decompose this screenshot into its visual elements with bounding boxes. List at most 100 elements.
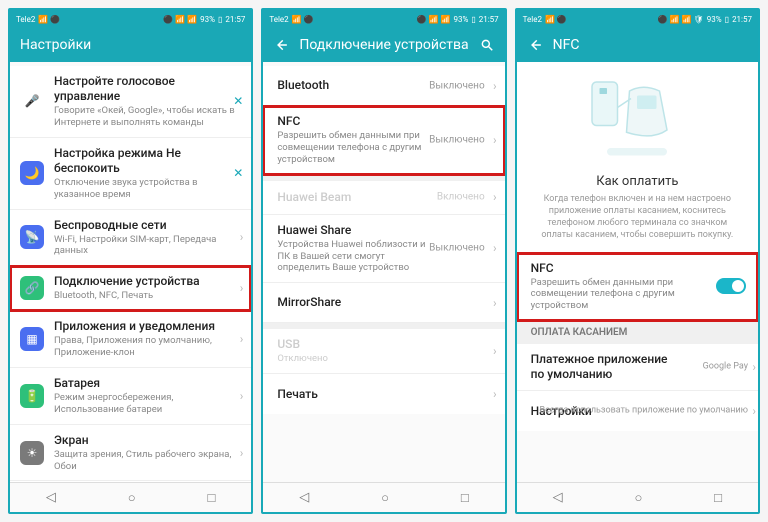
row-icon: 🌙 bbox=[20, 161, 44, 185]
chevron-right-icon: › bbox=[752, 360, 756, 374]
chevron-right-icon: › bbox=[240, 389, 244, 403]
nav-back-icon[interactable]: ◁ bbox=[553, 490, 563, 505]
nav-recent-icon[interactable]: □ bbox=[714, 490, 722, 506]
phone-settings: Tele2📶 ⚫ ⚫ 📶 📶93%▯21:57 Настройки 🎤Настр… bbox=[8, 8, 253, 514]
row-title: Настройка режима Не беспокоить bbox=[54, 146, 239, 176]
chevron-right-icon: › bbox=[493, 190, 497, 204]
settings-row[interactable]: ☀ ЭкранЗащита зрения, Стиль рабочего экра… bbox=[10, 425, 251, 482]
close-icon[interactable]: ✕ bbox=[233, 166, 243, 180]
settings-row[interactable]: 🎤Настройте голосовое управлениеГоворите … bbox=[10, 66, 251, 138]
navbar: ◁ ○ □ bbox=[517, 482, 758, 512]
page-title: Подключение устройства bbox=[299, 37, 468, 53]
row-sub: Отключено bbox=[277, 353, 427, 365]
appbar: Подключение устройства bbox=[263, 28, 504, 62]
back-icon[interactable] bbox=[527, 37, 543, 53]
close-icon[interactable]: ✕ bbox=[233, 94, 243, 108]
settings-row[interactable]: ▦Приложения и уведомленияПрава, Приложен… bbox=[10, 311, 251, 368]
navbar: ◁ ○ □ bbox=[263, 482, 504, 512]
chevron-right-icon: › bbox=[240, 281, 244, 295]
chevron-right-icon: › bbox=[493, 241, 497, 255]
connection-list: BluetoothВыключено›NFCРазрешить обмен да… bbox=[263, 62, 504, 482]
navbar: ◁ ○ □ bbox=[10, 482, 251, 512]
nfc-illustration-block: Как оплатить Когда телефон включен и на … bbox=[517, 62, 758, 253]
settings-row[interactable]: 📡Беспроводные сетиWi-Fi, Настройки SIM-к… bbox=[10, 210, 251, 267]
connection-row[interactable]: Huawei ShareУстройства Huawei поблизости… bbox=[263, 215, 504, 284]
payment-row[interactable]: НастройкиВсегда использовать приложение … bbox=[517, 391, 758, 431]
connection-row: USBОтключено› bbox=[263, 323, 504, 374]
phone-device-connection: Tele2📶 ⚫ ⚫ 📶 📶93%▯21:57 Подключение устр… bbox=[261, 8, 506, 514]
carrier-label: Tele2 bbox=[16, 15, 35, 24]
statusbar: Tele2📶 ⚫ ⚫ 📶 📶93%▯21:57 bbox=[10, 10, 251, 28]
row-value: Включено bbox=[437, 192, 485, 203]
page-title: Настройки bbox=[20, 37, 241, 53]
nfc-toggle[interactable] bbox=[716, 278, 746, 294]
row-value: Всегда использовать приложение по умолча… bbox=[539, 406, 748, 417]
connection-row[interactable]: NFCРазрешить обмен данными при совмещени… bbox=[263, 106, 504, 175]
settings-row[interactable]: 🌙 Настройка режима Не беспокоитьОтключени… bbox=[10, 138, 251, 210]
nav-home-icon[interactable]: ○ bbox=[634, 490, 642, 506]
row-sub: Защита зрения, Стиль рабочего экрана, Об… bbox=[54, 449, 239, 473]
nfc-row-title: NFC bbox=[531, 261, 708, 276]
search-icon[interactable] bbox=[479, 37, 495, 53]
statusbar: Tele2📶 ⚫ ⚫ 📶 📶 🛡93%▯21:57 bbox=[517, 10, 758, 28]
chevron-right-icon: › bbox=[240, 230, 244, 244]
row-title: Подключение устройства bbox=[54, 274, 239, 289]
how-to-pay-text: Когда телефон включен и на нем настроено… bbox=[533, 193, 742, 242]
connection-row[interactable]: MirrorShare› bbox=[263, 283, 504, 323]
phone-nfc: Tele2📶 ⚫ ⚫ 📶 📶 🛡93%▯21:57 NFC Как оплати… bbox=[515, 8, 760, 514]
nav-back-icon[interactable]: ◁ bbox=[299, 490, 309, 505]
row-sub: Bluetooth, NFC, Печать bbox=[54, 290, 239, 302]
nav-home-icon[interactable]: ○ bbox=[381, 490, 389, 506]
row-title: Huawei Share bbox=[277, 223, 492, 238]
connection-row[interactable]: Печать› bbox=[263, 374, 504, 414]
row-value: Google Pay bbox=[703, 362, 748, 373]
row-title: MirrorShare bbox=[277, 295, 492, 310]
statusbar: Tele2📶 ⚫ ⚫ 📶 📶93%▯21:57 bbox=[263, 10, 504, 28]
row-sub: Режим энергосбережения, Использование ба… bbox=[54, 392, 239, 416]
row-title: NFC bbox=[277, 114, 492, 129]
nav-recent-icon[interactable]: □ bbox=[461, 490, 469, 506]
row-title: Экран bbox=[54, 433, 239, 448]
row-sub: Устройства Huawei поблизости и ПК в Ваше… bbox=[277, 239, 427, 275]
chevron-right-icon: › bbox=[493, 79, 497, 93]
section-tap-pay: ОПЛАТА КАСАНИЕМ bbox=[517, 321, 758, 344]
chevron-right-icon: › bbox=[493, 387, 497, 401]
settings-list: 🎤Настройте голосовое управлениеГоворите … bbox=[10, 62, 251, 482]
settings-row[interactable]: 🔗 Подключение устройстваBluetooth, NFC, П… bbox=[10, 266, 251, 311]
nfc-content: Как оплатить Когда телефон включен и на … bbox=[517, 62, 758, 482]
chevron-right-icon: › bbox=[752, 404, 756, 418]
row-sub: Говорите «Окей, Google», чтобы искать в … bbox=[54, 105, 239, 129]
row-title: Печать bbox=[277, 387, 492, 402]
nav-back-icon[interactable]: ◁ bbox=[46, 490, 56, 505]
chevron-right-icon: › bbox=[240, 332, 244, 346]
row-sub: Отключение звука устройства в указанное … bbox=[54, 177, 239, 201]
page-title: NFC bbox=[553, 37, 748, 53]
row-title: Приложения и уведомления bbox=[54, 319, 239, 334]
how-to-pay-title: Как оплатить bbox=[596, 174, 678, 189]
row-title: Настройте голосовое управление bbox=[54, 74, 239, 104]
settings-row[interactable]: 🔋 БатареяРежим энергосбережения, Использо… bbox=[10, 368, 251, 425]
connection-row[interactable]: BluetoothВыключено› bbox=[263, 66, 504, 106]
nfc-toggle-row[interactable]: NFC Разрешить обмен данными при совмещен… bbox=[517, 253, 758, 322]
row-sub: Разрешить обмен данными при совмещении т… bbox=[277, 130, 427, 166]
row-icon: ☀ bbox=[20, 441, 44, 465]
chevron-right-icon: › bbox=[493, 296, 497, 310]
back-icon[interactable] bbox=[273, 37, 289, 53]
row-sub: Права, Приложения по умолчанию, Приложен… bbox=[54, 335, 239, 359]
settings-row[interactable]: 🔊ЗвукНе беспокоить, Мелодия вызова, Вибр… bbox=[10, 481, 251, 482]
chevron-right-icon: › bbox=[493, 133, 497, 147]
row-title: Батарея bbox=[54, 376, 239, 391]
nav-home-icon[interactable]: ○ bbox=[128, 490, 136, 506]
row-title: Платежное приложение по умолчанию bbox=[531, 352, 671, 382]
clock-label: 21:57 bbox=[225, 15, 245, 24]
row-icon: 🔋 bbox=[20, 384, 44, 408]
appbar: Настройки bbox=[10, 28, 251, 62]
row-icon: 🔗 bbox=[20, 276, 44, 300]
row-value: Выключено bbox=[429, 134, 485, 145]
nav-recent-icon[interactable]: □ bbox=[208, 490, 216, 506]
payment-row[interactable]: Платежное приложение по умолчанию Google … bbox=[517, 344, 758, 391]
row-title: USB bbox=[277, 337, 492, 352]
row-sub: Wi-Fi, Настройки SIM-карт, Передача данн… bbox=[54, 234, 239, 258]
chevron-right-icon: › bbox=[240, 446, 244, 460]
row-icon: 📡 bbox=[20, 225, 44, 249]
